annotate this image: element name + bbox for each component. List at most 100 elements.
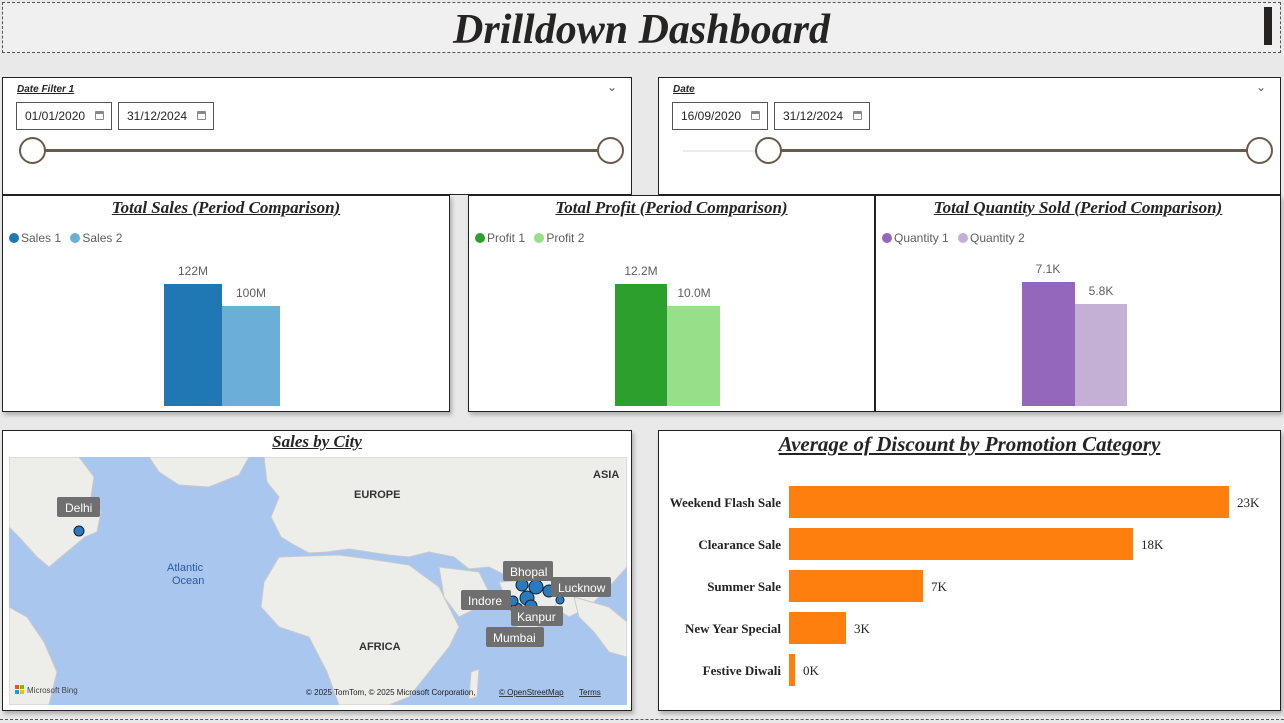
city-label-text: Mumbai (493, 631, 536, 645)
bing-label: Microsoft Bing (27, 686, 78, 695)
legend-label: Profit 2 (546, 231, 585, 245)
city-label-delhi: Delhi (57, 497, 100, 517)
city-label-text: Indore (468, 594, 502, 608)
start-date-input[interactable]: 01/01/2020 (16, 102, 112, 130)
ocean-label-line-2: Ocean (172, 575, 204, 587)
legend-label: Profit 1 (487, 231, 526, 245)
chevron-down-icon[interactable]: ⌄ (1256, 80, 1266, 94)
data-label: 23K (1237, 495, 1260, 510)
city-label-bhopal: Bhopal (503, 561, 553, 581)
calendar-icon[interactable] (95, 111, 104, 120)
sales-by-city-map-panel: Sales by City EUROPE ASIA AFRICA Atlanti… (2, 430, 632, 711)
bar-summer-sale[interactable] (789, 570, 923, 602)
legend-dot (882, 233, 892, 243)
date-slicer-2: Date ⌄ 16/09/2020 31/12/2024 (658, 77, 1281, 195)
slider-start-handle[interactable] (19, 137, 46, 164)
chart-title: Total Profit (Period Comparison) (555, 198, 788, 217)
bar-festive-diwali[interactable] (789, 654, 795, 686)
data-label: 10.0M (677, 286, 711, 300)
end-date-input[interactable]: 31/12/2024 (774, 102, 870, 130)
bar-quantity-2[interactable] (1075, 304, 1127, 406)
legend-dot (9, 233, 19, 243)
chart-legend: Sales 1 Sales 2 (9, 231, 128, 245)
bar-profit-1[interactable] (615, 284, 667, 406)
legend-dot (475, 233, 485, 243)
slicer-title: Date (673, 84, 695, 95)
region-label-europe: EUROPE (354, 489, 400, 501)
legend-label: Quantity 2 (970, 231, 1025, 245)
chevron-down-icon[interactable]: ⌄ (607, 80, 617, 94)
city-label-text: Delhi (65, 501, 92, 515)
dashboard-header: Drilldown Dashboard (2, 2, 1281, 53)
bar-sales-1[interactable] (164, 284, 222, 406)
chart-title: Sales by City (272, 432, 362, 451)
openstreetmap-link[interactable]: © OpenStreetMap (499, 688, 564, 697)
data-label: 3K (854, 621, 870, 636)
legend-item-profit-2[interactable]: Profit 2 (534, 231, 584, 245)
bar-weekend-flash-sale[interactable] (789, 486, 1229, 518)
slider-end-handle[interactable] (1246, 137, 1273, 164)
category-label: Weekend Flash Sale (669, 495, 781, 510)
slider-start-handle[interactable] (755, 137, 782, 164)
legend-dot (534, 233, 545, 243)
legend-label: Sales 1 (21, 231, 62, 245)
legend-dot (70, 233, 81, 243)
slider-track[interactable] (33, 149, 611, 152)
region-label-africa: AFRICA (359, 641, 401, 653)
bar-new-year-special[interactable] (789, 612, 846, 644)
category-label: Festive Diwali (702, 663, 781, 678)
slicer-title: Date Filter 1 (17, 84, 75, 95)
legend-label: Quantity 1 (894, 231, 949, 245)
legend-item-profit-1[interactable]: Profit 1 (475, 231, 525, 245)
data-label: 0K (803, 663, 819, 678)
bubble-delhi[interactable] (73, 525, 85, 537)
map-attribution: © 2025 TomTom, © 2025 Microsoft Corporat… (306, 688, 476, 697)
legend-item-sales-1[interactable]: Sales 1 (9, 231, 61, 245)
legend-dot (958, 233, 969, 243)
legend-item-quantity-1[interactable]: Quantity 1 (882, 231, 949, 245)
date-slicer-1: Date Filter 1 ⌄ 01/01/2020 31/12/2024 (2, 77, 632, 195)
legend-item-quantity-2[interactable]: Quantity 2 (958, 231, 1025, 245)
end-date-value: 31/12/2024 (783, 109, 844, 123)
calendar-icon[interactable] (853, 111, 862, 120)
data-label: 18K (1141, 537, 1164, 552)
ocean-label-line-1: Atlantic (167, 562, 204, 574)
discount-by-promotion-chart: Average of Discount by Promotion Categor… (658, 430, 1281, 711)
bar-sales-2[interactable] (222, 306, 280, 406)
calendar-icon[interactable] (197, 111, 206, 120)
category-label: Summer Sale (707, 579, 781, 594)
terms-link[interactable]: Terms (579, 688, 601, 697)
world-map[interactable]: EUROPE ASIA AFRICA Atlantic Ocean Delhi … (9, 457, 627, 705)
city-label-text: Lucknow (558, 581, 606, 595)
chart-title: Average of Discount by Promotion Categor… (778, 432, 1161, 456)
data-label: 100M (235, 286, 267, 300)
end-date-value: 31/12/2024 (127, 109, 188, 123)
chart-title: Total Sales (Period Comparison) (111, 198, 341, 217)
slider-track[interactable] (769, 149, 1261, 152)
data-label: 5.8K (1088, 284, 1114, 298)
city-label-text: Kanpur (517, 610, 556, 624)
chart-legend: Profit 1 Profit 2 (475, 231, 590, 245)
chart-legend: Quantity 1 Quantity 2 (882, 231, 1031, 245)
bar-profit-2[interactable] (667, 306, 720, 406)
quantity-comparison-chart: Total Quantity Sold (Period Comparison) … (875, 195, 1281, 412)
start-date-value: 01/01/2020 (25, 109, 86, 123)
data-label: 12.2M (624, 264, 658, 278)
start-date-input[interactable]: 16/09/2020 (672, 102, 768, 130)
end-date-input[interactable]: 31/12/2024 (118, 102, 214, 130)
city-label-text: Bhopal (510, 565, 547, 579)
chart-title: Total Quantity Sold (Period Comparison) (933, 198, 1223, 217)
city-label-mumbai: Mumbai (486, 627, 544, 647)
calendar-icon[interactable] (751, 111, 760, 120)
slider-end-handle[interactable] (597, 137, 624, 164)
category-label: New Year Special (684, 621, 781, 636)
header-marker (1264, 7, 1272, 45)
region-label-asia: ASIA (593, 469, 619, 481)
data-label: 7.1K (1035, 262, 1061, 276)
bar-quantity-1[interactable] (1022, 282, 1075, 406)
bar-clearance-sale[interactable] (789, 528, 1133, 560)
legend-item-sales-2[interactable]: Sales 2 (70, 231, 122, 245)
city-label-kanpur: Kanpur (511, 606, 563, 626)
city-label-lucknow: Lucknow (551, 577, 611, 597)
category-label: Clearance Sale (698, 537, 781, 552)
